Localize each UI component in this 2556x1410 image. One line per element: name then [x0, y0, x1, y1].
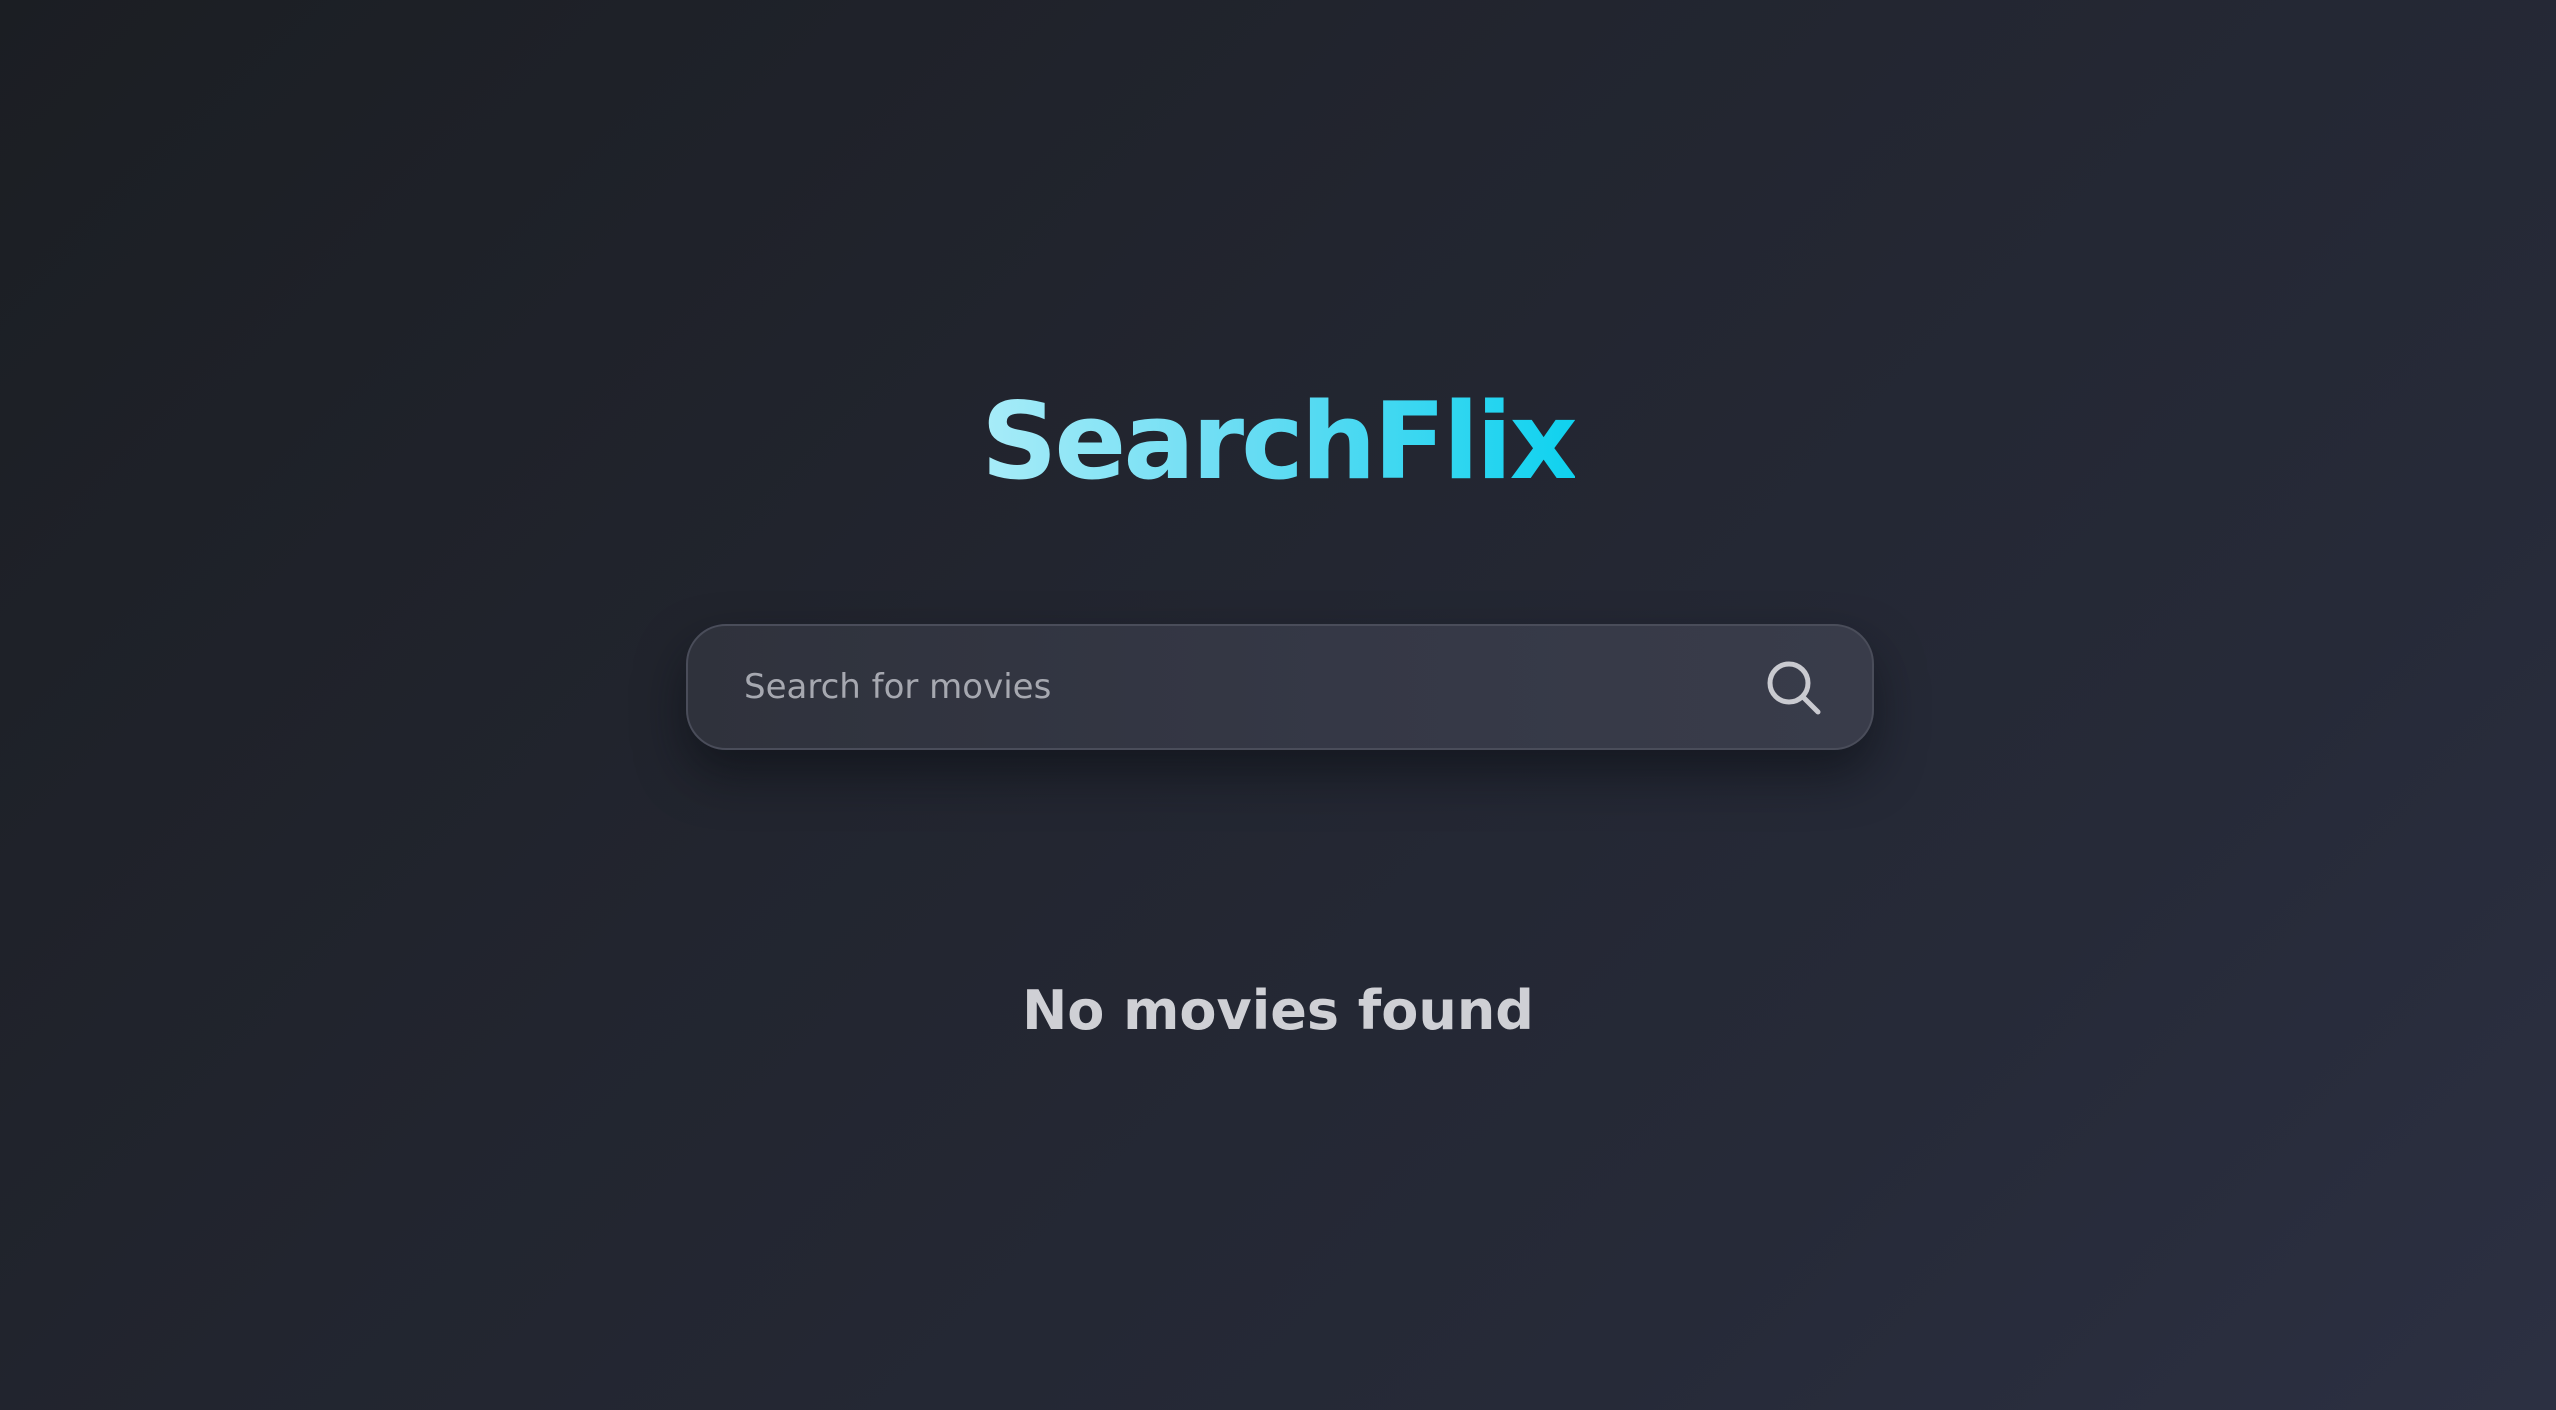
app-logo: SearchFlix [0, 372, 2556, 512]
search-icon[interactable] [1762, 656, 1828, 722]
search-input[interactable] [744, 626, 1704, 748]
search-bar [686, 624, 1874, 750]
app-title: SearchFlix [981, 380, 1578, 503]
app-root: SearchFlix No movies found [0, 0, 2556, 1410]
no-results-message: No movies found [1022, 979, 1534, 1042]
